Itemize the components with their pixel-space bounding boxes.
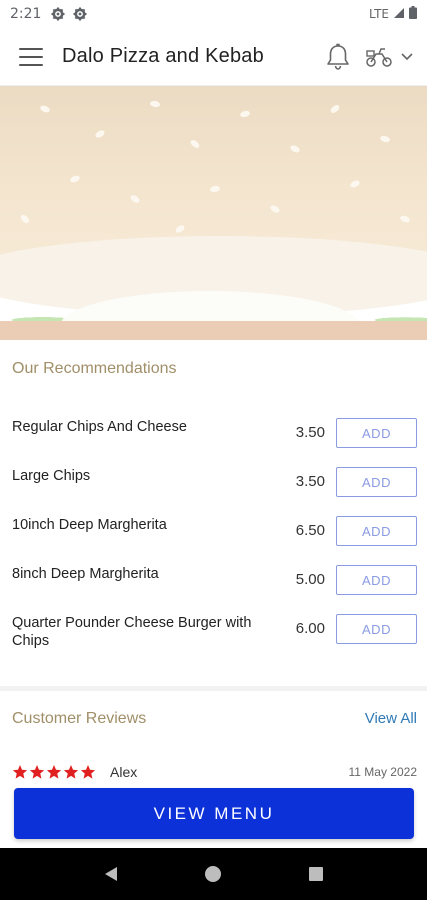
add-button[interactable]: ADD bbox=[336, 516, 417, 546]
add-button[interactable]: ADD bbox=[336, 467, 417, 497]
back-icon[interactable] bbox=[99, 862, 123, 886]
review-date: 11 May 2022 bbox=[348, 765, 418, 779]
recents-icon[interactable] bbox=[304, 862, 328, 886]
settings-icon bbox=[73, 7, 87, 21]
delivery-selector[interactable] bbox=[365, 46, 413, 68]
menu-icon[interactable] bbox=[19, 47, 43, 66]
item-name: Large Chips bbox=[12, 468, 91, 484]
star-icon bbox=[63, 765, 79, 779]
page-title: Dalo Pizza and Kebab bbox=[62, 45, 264, 67]
add-button[interactable]: ADD bbox=[336, 565, 417, 595]
star-rating bbox=[12, 764, 96, 780]
add-button[interactable]: ADD bbox=[336, 418, 417, 448]
recommendation-item: 8inch Deep Margherita 5.00 ADD bbox=[0, 565, 427, 605]
status-time: 2:21 bbox=[10, 6, 42, 22]
review-item: Alex 11 May 2022 bbox=[12, 761, 417, 783]
view-all-link[interactable]: View All bbox=[365, 710, 417, 727]
delivery-scooter-icon bbox=[365, 46, 393, 68]
settings-icon bbox=[51, 7, 65, 21]
app-bar: Dalo Pizza and Kebab bbox=[0, 28, 427, 86]
chevron-down-icon bbox=[401, 52, 413, 61]
item-name: Quarter Pounder Cheese Burger with Chips bbox=[12, 615, 252, 649]
recommendation-item: Regular Chips And Cheese 3.50 ADD bbox=[0, 418, 427, 458]
item-price: 6.00 bbox=[295, 620, 325, 637]
star-icon bbox=[46, 765, 62, 779]
add-button[interactable]: ADD bbox=[336, 614, 417, 644]
star-icon bbox=[80, 765, 96, 779]
item-name: Regular Chips And Cheese bbox=[12, 419, 187, 435]
item-price: 6.50 bbox=[295, 522, 325, 539]
network-type: LTE bbox=[369, 7, 389, 21]
view-menu-button[interactable]: VIEW MENU bbox=[14, 788, 414, 839]
status-bar: 2:21 LTE bbox=[0, 0, 427, 28]
system-nav-bar bbox=[0, 848, 427, 900]
reviewer-name: Alex bbox=[110, 764, 138, 780]
star-icon bbox=[12, 765, 28, 779]
recommendation-item: 10inch Deep Margherita 6.50 ADD bbox=[0, 516, 427, 556]
item-price: 3.50 bbox=[295, 473, 325, 490]
hero-image bbox=[0, 86, 427, 340]
item-price: 3.50 bbox=[295, 424, 325, 441]
reviews-title: Customer Reviews bbox=[12, 710, 147, 727]
home-icon[interactable] bbox=[201, 862, 225, 886]
item-price: 5.00 bbox=[295, 571, 325, 588]
signal-icon bbox=[393, 6, 405, 22]
header-actions bbox=[325, 43, 413, 71]
bell-icon[interactable] bbox=[325, 43, 351, 71]
recommendation-item: Large Chips 3.50 ADD bbox=[0, 467, 427, 507]
battery-icon bbox=[409, 6, 417, 22]
star-icon bbox=[29, 765, 45, 779]
status-indicators: LTE bbox=[369, 6, 417, 22]
recommendations-title: Our Recommendations bbox=[12, 360, 177, 377]
section-divider bbox=[0, 686, 427, 691]
recommendation-item: Quarter Pounder Cheese Burger with Chips… bbox=[0, 614, 427, 654]
item-name: 8inch Deep Margherita bbox=[12, 566, 159, 582]
item-name: 10inch Deep Margherita bbox=[12, 517, 167, 533]
